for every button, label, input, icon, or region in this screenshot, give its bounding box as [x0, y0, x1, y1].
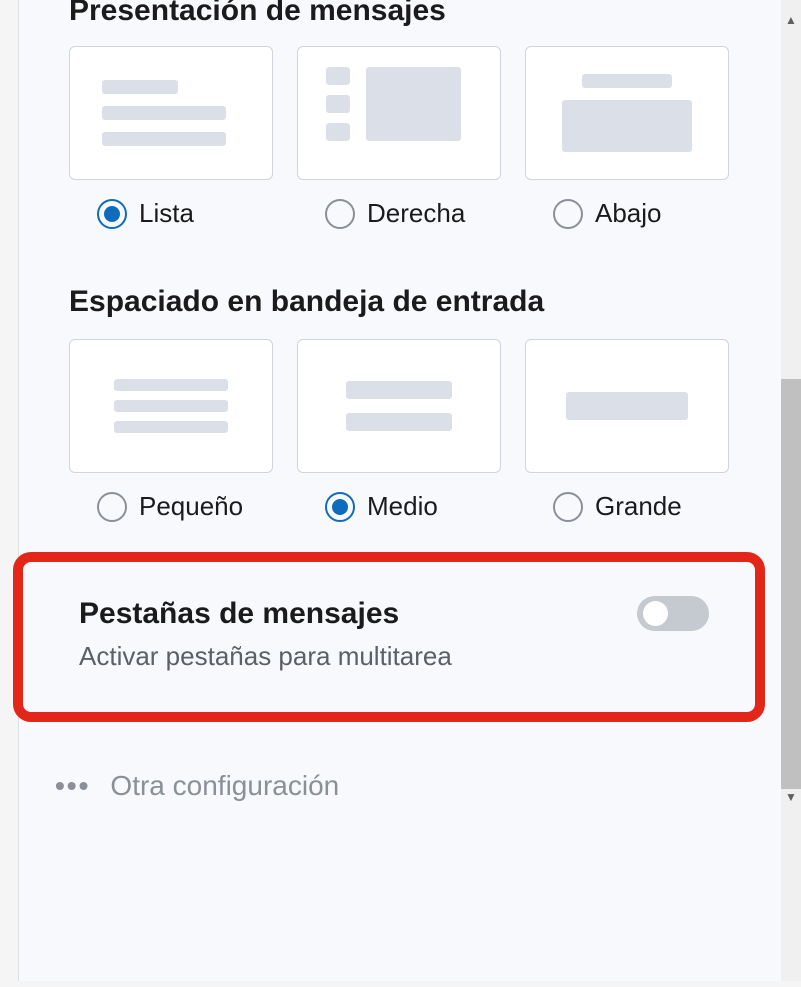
presentation-radios: Lista Derecha Abajo: [19, 198, 781, 229]
tabs-subtitle: Activar pestañas para multitarea: [79, 641, 709, 672]
radio-medio[interactable]: Medio: [297, 491, 501, 522]
tabs-title: Pestañas de mensajes: [79, 597, 399, 631]
medio-preview-icon: [318, 381, 480, 431]
radio-grande[interactable]: Grande: [525, 491, 729, 522]
derecha-preview-icon: [318, 67, 480, 159]
spacing-card-grande[interactable]: [525, 339, 729, 473]
presentation-heading: Presentación de mensajes: [19, 0, 781, 46]
settings-panel: Presentación de mensajes: [18, 0, 781, 981]
abajo-preview-icon: [546, 74, 708, 152]
scrollbar-track[interactable]: ▲ ▼: [781, 0, 801, 981]
presentation-card-lista[interactable]: [69, 46, 273, 180]
radio-circle-icon: [97, 492, 127, 522]
scrollbar-arrow-up-icon[interactable]: ▲: [783, 12, 799, 28]
radio-derecha[interactable]: Derecha: [297, 198, 501, 229]
spacing-options: [19, 339, 781, 473]
tabs-toggle[interactable]: [637, 596, 709, 631]
spacing-card-pequeno[interactable]: [69, 339, 273, 473]
radio-label-lista: Lista: [139, 198, 194, 229]
scrollbar-arrow-down-icon[interactable]: ▼: [783, 789, 799, 805]
scrollbar-thumb[interactable]: [781, 379, 801, 789]
pequeno-preview-icon: [90, 379, 252, 433]
radio-circle-icon: [325, 492, 355, 522]
lista-preview-icon: [90, 80, 252, 146]
grande-preview-icon: [546, 392, 708, 420]
radio-label-pequeno: Pequeño: [139, 491, 243, 522]
radio-label-derecha: Derecha: [367, 198, 465, 229]
radio-circle-icon: [553, 492, 583, 522]
radio-circle-icon: [97, 199, 127, 229]
other-config-row[interactable]: ••• Otra configuración: [19, 722, 781, 802]
radio-label-abajo: Abajo: [595, 198, 662, 229]
toggle-knob-icon: [643, 601, 668, 626]
radio-circle-icon: [553, 199, 583, 229]
radio-lista[interactable]: Lista: [69, 198, 273, 229]
radio-circle-icon: [325, 199, 355, 229]
spacing-heading: Espaciado en bandeja de entrada: [19, 265, 781, 339]
spacing-radios: Pequeño Medio Grande: [19, 491, 781, 522]
presentation-options: [19, 46, 781, 180]
other-config-label: Otra configuración: [110, 770, 339, 802]
spacing-card-medio[interactable]: [297, 339, 501, 473]
tabs-section-highlight: Pestañas de mensajes Activar pestañas pa…: [13, 552, 765, 722]
tabs-header-row: Pestañas de mensajes: [79, 596, 709, 631]
radio-label-grande: Grande: [595, 491, 682, 522]
radio-label-medio: Medio: [367, 491, 438, 522]
presentation-card-abajo[interactable]: [525, 46, 729, 180]
radio-abajo[interactable]: Abajo: [525, 198, 729, 229]
ellipsis-icon: •••: [55, 770, 90, 802]
presentation-card-derecha[interactable]: [297, 46, 501, 180]
radio-pequeno[interactable]: Pequeño: [69, 491, 273, 522]
